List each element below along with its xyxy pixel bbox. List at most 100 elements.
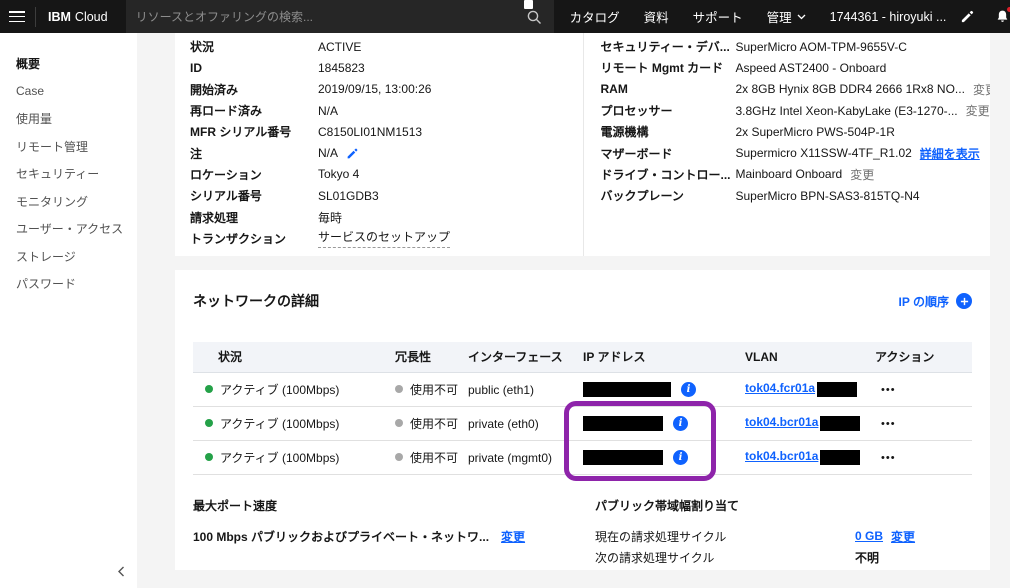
ip-order-link[interactable]: IP の順序 — [899, 293, 972, 310]
current-cycle-label: 現在の請求処理サイクル — [595, 529, 727, 544]
nav-manage[interactable]: 管理 — [767, 7, 806, 26]
network-card-footer: 最大ポート速度 100 Mbps パブリックおよびプライベート・ネットワ... … — [193, 497, 972, 568]
detail-row-power-supply: 電源機構 2x SuperMicro PWS-504P-1R — [601, 121, 991, 142]
redundancy-text: 使用不可 — [410, 416, 459, 431]
detail-label: リモート Mgmt カード — [600, 61, 724, 76]
interface-text: private (mgmt0) — [468, 450, 553, 465]
bandwidth-section: パブリック帯域幅割り当て 現在の請求処理サイクル 0 GB 変更 次の請求処理サ… — [595, 497, 972, 568]
detail-row-security-device: セキュリティー・デバ... SuperMicro AOM-TPM-9655V-C — [601, 36, 991, 57]
row-overflow-menu-icon[interactable] — [875, 414, 902, 432]
main-content: 状況 ACTIVE ID 1845823 開始済み 2019/09/15, 13… — [137, 33, 1010, 588]
sidebar-item-security[interactable]: セキュリティー — [0, 160, 137, 188]
search-icon[interactable] — [524, 7, 544, 27]
change-drive-controller-link[interactable]: 変更 — [850, 166, 874, 183]
logo-text-ibm: IBM — [48, 9, 71, 24]
next-cycle-value: 不明 — [855, 550, 880, 565]
view-motherboard-details-link[interactable]: 詳細を表示 — [920, 145, 980, 162]
change-bandwidth-link[interactable]: 変更 — [891, 528, 915, 545]
header-icon-group — [958, 5, 1010, 26]
detail-value: 2019/09/15, 13:00:26 — [318, 82, 432, 97]
detail-label: ロケーション — [190, 167, 262, 182]
detail-value: Tokyo 4 — [318, 167, 360, 182]
sidebar-item-label: Case — [16, 84, 45, 99]
detail-value: ACTIVE — [318, 39, 362, 54]
edit-icon[interactable] — [958, 8, 976, 26]
vlan-link[interactable]: tok04.bcr01a — [745, 415, 818, 429]
row-overflow-menu-icon[interactable] — [875, 448, 902, 466]
change-ram-link[interactable]: 変更 — [973, 81, 990, 98]
ip-info-icon[interactable] — [673, 415, 688, 431]
detail-value: N/A — [318, 146, 339, 161]
bandwidth-title: パブリック帯域幅割り当て — [595, 498, 740, 513]
detail-label: MFR シリアル番号 — [190, 125, 292, 140]
detail-label: 再ロード済み — [190, 104, 263, 119]
nav-support[interactable]: サポート — [693, 7, 743, 26]
search-input[interactable] — [135, 9, 524, 24]
table-row-private-eth0: アクティブ (100Mbps) 使用不可 private (eth0) tok0… — [193, 406, 972, 441]
change-processor-link[interactable]: 変更 — [966, 102, 990, 119]
detail-row-note: 注 N/A — [190, 142, 583, 163]
detail-row-processor: プロセッサー 3.8GHz Intel Xeon-KabyLake (E3-12… — [601, 100, 991, 121]
detail-label: トランザクション — [190, 231, 287, 246]
redundancy-dot-unavailable — [395, 385, 403, 393]
nav-catalog-label: カタログ — [569, 11, 620, 25]
top-header: IBMCloud カタログ 資料 サポート 管理 1744361 - hiroy… — [0, 0, 1010, 33]
notification-badge — [1006, 5, 1010, 13]
detail-label: 電源機構 — [600, 125, 649, 140]
hamburger-menu-icon[interactable] — [9, 11, 25, 22]
sidebar-item-user-access[interactable]: ユーザー・アクセス — [0, 215, 137, 243]
detail-row-drive-controller: ドライブ・コントロー... Mainboard Onboard 変更 — [601, 164, 991, 185]
account-menu[interactable]: 1744361 - hiroyuki ... — [830, 10, 947, 24]
sidebar-collapse-chevron-left-icon[interactable] — [111, 560, 131, 586]
sidebar-item-password[interactable]: パスワード — [0, 270, 137, 298]
ibm-cloud-screen: IBMCloud カタログ 資料 サポート 管理 1744361 - hiroy… — [0, 0, 1010, 588]
ip-info-icon[interactable] — [673, 449, 688, 465]
row-overflow-menu-icon[interactable] — [875, 380, 902, 398]
detail-row-ram: RAM 2x 8GB Hynix 8GB DDR4 2666 1Rx8 NO..… — [601, 79, 991, 100]
interface-text: public (eth1) — [468, 382, 535, 397]
nav-manage-label: 管理 — [766, 11, 792, 25]
edit-note-pencil-icon[interactable] — [346, 147, 359, 160]
sidebar-item-label: リモート管理 — [16, 139, 89, 154]
ibm-cloud-logo[interactable]: IBM Cloud — [48, 10, 108, 24]
notifications-bell-icon[interactable] — [993, 5, 1010, 26]
table-row-private-mgmt0: アクティブ (100Mbps) 使用不可 private (mgmt0) tok… — [193, 440, 972, 475]
sidebar-item-case[interactable]: Case — [0, 78, 137, 106]
sidebar-item-usage[interactable]: 使用量 — [0, 105, 137, 133]
detail-row-status: 状況 ACTIVE — [190, 36, 583, 57]
vlan-link[interactable]: tok04.bcr01a — [745, 449, 818, 463]
detail-value: SuperMicro AOM-TPM-9655V-C — [735, 39, 907, 54]
sidebar-item-remote-management[interactable]: リモート管理 — [0, 133, 137, 161]
detail-label: プロセッサー — [600, 104, 673, 119]
global-search — [125, 0, 554, 33]
current-cycle-value-link[interactable]: 0 GB — [855, 529, 883, 543]
column-header-ip-address: IP アドレス — [583, 342, 745, 373]
network-card-header: ネットワークの詳細 IP の順序 — [193, 290, 972, 312]
detail-value: 毎時 — [318, 210, 343, 225]
interface-text: private (eth0) — [468, 416, 539, 431]
change-port-speed-link[interactable]: 変更 — [501, 528, 525, 545]
column-header-action: アクション — [875, 342, 972, 373]
next-cycle-row: 次の請求処理サイクル 不明 — [595, 547, 972, 568]
detail-row-reloaded: 再ロード済み N/A — [190, 100, 583, 121]
sidebar-item-monitoring[interactable]: モニタリング — [0, 188, 137, 216]
status-text: アクティブ (100Mbps) — [220, 450, 340, 465]
nav-catalog[interactable]: カタログ — [570, 7, 620, 26]
ip-info-icon[interactable] — [681, 381, 696, 397]
detail-label: シリアル番号 — [190, 189, 262, 204]
nav-docs[interactable]: 資料 — [644, 7, 669, 26]
sidebar-item-label: パスワード — [16, 277, 77, 292]
transaction-value-tooltip[interactable]: サービスのセットアップ — [318, 228, 451, 249]
sidebar-item-label: 使用量 — [16, 112, 53, 127]
sidebar-item-storage[interactable]: ストレージ — [0, 243, 137, 271]
details-right-column: セキュリティー・デバ... SuperMicro AOM-TPM-9655V-C… — [582, 33, 991, 256]
detail-label: バックプレーン — [600, 189, 684, 204]
detail-row-started: 開始済み 2019/09/15, 13:00:26 — [190, 79, 583, 100]
detail-label: マザーボード — [600, 146, 673, 161]
sidebar-item-overview[interactable]: 概要 — [0, 50, 137, 78]
sidebar-items: 概要 Case 使用量 リモート管理 セキュリティー モニタリング ユーザー・ア… — [0, 33, 137, 298]
vlan-link[interactable]: tok04.fcr01a — [745, 381, 815, 395]
status-dot-active — [205, 453, 213, 461]
redacted-vlan-suffix — [817, 381, 858, 397]
column-header-vlan: VLAN — [745, 342, 875, 373]
